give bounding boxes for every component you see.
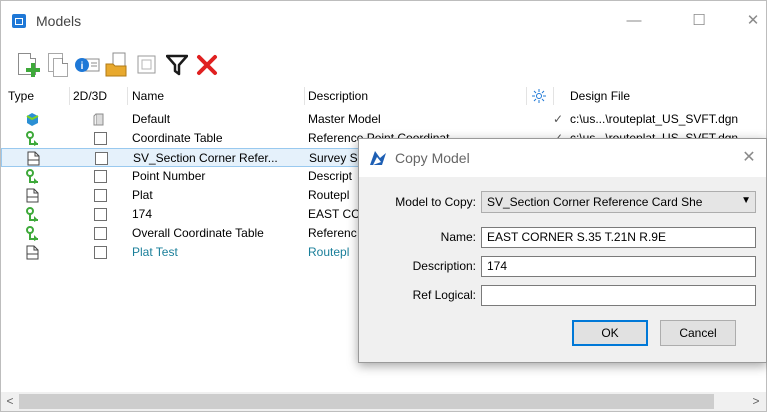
microstation-icon — [370, 151, 386, 165]
ok-button[interactable]: OK — [572, 320, 648, 346]
sheet-model-icon — [26, 245, 39, 260]
row-name: Plat Test — [132, 245, 178, 259]
row-name: 174 — [132, 207, 153, 221]
drawing-model-icon — [26, 131, 38, 146]
2d-checkbox-icon — [94, 189, 107, 202]
info-icon: i — [75, 58, 100, 72]
sun-icon[interactable] — [532, 89, 546, 103]
drawing-model-icon — [26, 169, 38, 184]
filter-icon — [166, 54, 188, 76]
row-check: ✓ — [553, 112, 564, 126]
maximize-button[interactable]: ☐ — [684, 10, 714, 32]
open-folder-button[interactable] — [103, 49, 131, 81]
title-bar: Models — ☐ ✕ — [1, 1, 766, 41]
delete-button[interactable] — [192, 49, 220, 81]
chevron-down-icon: ▼ — [741, 195, 751, 206]
plus-icon — [26, 63, 40, 77]
window-title: Models — [36, 13, 82, 29]
dialog-title: Copy Model — [395, 150, 470, 166]
description-label: Description: — [412, 259, 476, 273]
2d-checkbox-icon — [94, 132, 107, 145]
model-to-copy-label: Model to Copy: — [395, 195, 476, 209]
select-button[interactable] — [133, 49, 161, 81]
model-to-copy-select[interactable]: SV_Section Corner Reference Card She ▼ — [481, 191, 756, 213]
filter-button[interactable] — [162, 49, 190, 81]
row-description: Survey S — [309, 151, 358, 165]
column-type[interactable]: Type — [8, 89, 34, 103]
row-name: Plat — [132, 188, 153, 202]
toolbar: i — [13, 49, 283, 83]
model-to-copy-value: SV_Section Corner Reference Card She — [487, 195, 703, 209]
row-name: Default — [132, 112, 171, 126]
scroll-right-button[interactable]: > — [748, 393, 764, 410]
row-description: Master Model — [308, 112, 381, 126]
drawing-model-icon — [26, 226, 38, 241]
row-description: EAST CC — [308, 207, 358, 221]
scrollbar-thumb[interactable] — [19, 394, 714, 409]
2d-checkbox-icon — [94, 208, 107, 221]
row-name: Overall Coordinate Table — [132, 226, 264, 240]
dialog-close-button[interactable]: ✕ — [739, 148, 759, 168]
3d-model-icon — [26, 113, 39, 126]
row-description: Referenc — [308, 226, 357, 240]
svg-text:i: i — [81, 61, 84, 72]
column-2d3d[interactable]: 2D/3D — [73, 89, 107, 103]
column-description[interactable]: Description — [308, 89, 368, 103]
sheet-model-icon — [27, 151, 40, 166]
horizontal-scrollbar[interactable]: < > — [1, 392, 766, 411]
scroll-left-button[interactable]: < — [2, 393, 18, 410]
row-description: Routepl — [308, 188, 350, 202]
sheet-model-icon — [26, 188, 39, 203]
2d-checkbox-icon — [95, 152, 108, 165]
list-header: Type 2D/3D Name Description Design File — [1, 85, 766, 107]
new-model-button[interactable] — [13, 49, 41, 81]
copy-model-button[interactable] — [44, 49, 72, 81]
2d-checkbox-icon — [94, 246, 107, 259]
properties-button[interactable]: i — [73, 49, 101, 81]
row-description: Routepl — [308, 245, 350, 259]
cancel-button[interactable]: Cancel — [660, 320, 736, 346]
row-name: Coordinate Table — [132, 131, 223, 145]
minimize-button[interactable]: — — [619, 10, 649, 32]
name-field[interactable]: EAST CORNER S.35 T.21N R.9E — [481, 227, 756, 248]
copy-model-dialog: Copy Model ✕ Model to Copy: SV_Section C… — [358, 138, 767, 363]
ref-logical-field[interactable] — [481, 285, 756, 306]
ref-logical-label: Ref Logical: — [412, 288, 476, 302]
drawing-model-icon — [26, 207, 38, 222]
description-field[interactable]: 174 — [481, 256, 756, 277]
row-description: Descript — [308, 169, 353, 183]
column-name[interactable]: Name — [132, 89, 164, 103]
name-label: Name: — [440, 230, 476, 244]
2d-checkbox-icon — [94, 227, 107, 240]
row-name: SV_Section Corner Refer... — [133, 151, 278, 165]
2d-checkbox-icon — [94, 170, 107, 183]
row-design-file: c:\us...\routeplat_US_SVFT.dgn — [570, 112, 739, 126]
close-button[interactable]: ✕ — [738, 10, 767, 32]
row-name: Point Number — [132, 169, 206, 183]
red-x-icon — [197, 55, 217, 75]
3d-cube-icon — [93, 113, 104, 126]
dialog-title-bar: Copy Model ✕ — [359, 139, 766, 177]
folder-icon — [105, 52, 127, 77]
models-app-icon — [12, 14, 26, 28]
table-row[interactable]: Default Master Model ✓ c:\us...\routepla… — [1, 110, 766, 129]
frame-icon — [137, 55, 156, 74]
column-design-file[interactable]: Design File — [570, 89, 630, 103]
